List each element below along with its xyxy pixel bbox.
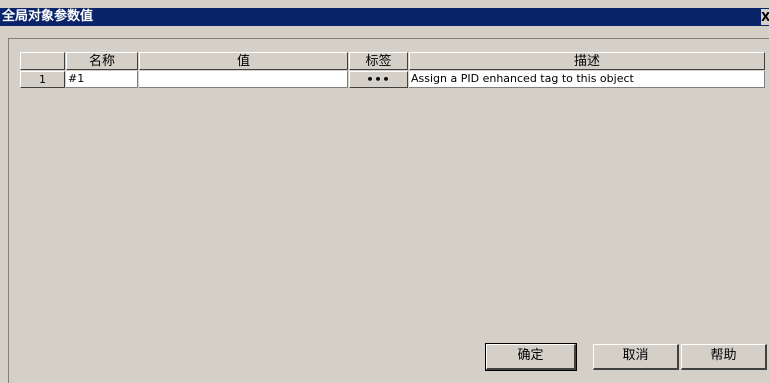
- description-cell: Assign a PID enhanced tag to this object: [409, 71, 765, 88]
- close-icon[interactable]: X: [761, 9, 769, 25]
- column-header-description[interactable]: 描述: [409, 52, 765, 70]
- help-button[interactable]: 帮助: [681, 344, 767, 370]
- column-header-name[interactable]: 名称: [66, 52, 138, 70]
- title-bar[interactable]: 全局对象参数值 X: [0, 8, 769, 26]
- value-cell[interactable]: [139, 71, 348, 88]
- window-title: 全局对象参数值: [2, 9, 94, 24]
- name-cell[interactable]: #1: [66, 71, 138, 88]
- grid-corner-header: [20, 52, 65, 70]
- dialog-client: 名称 值 标签 描述 1 #1 ••• Assign a PID enhance…: [8, 38, 769, 383]
- column-header-tag[interactable]: 标签: [349, 52, 408, 70]
- dialog-window: 全局对象参数值 X 名称 值 标签 描述 1 #1 ••• Assign a P…: [0, 0, 769, 383]
- cancel-button[interactable]: 取消: [593, 344, 679, 370]
- row-number[interactable]: 1: [20, 71, 65, 88]
- tag-browse-button[interactable]: •••: [349, 71, 408, 88]
- ok-button[interactable]: 确定: [485, 343, 577, 371]
- column-header-value[interactable]: 值: [139, 52, 348, 70]
